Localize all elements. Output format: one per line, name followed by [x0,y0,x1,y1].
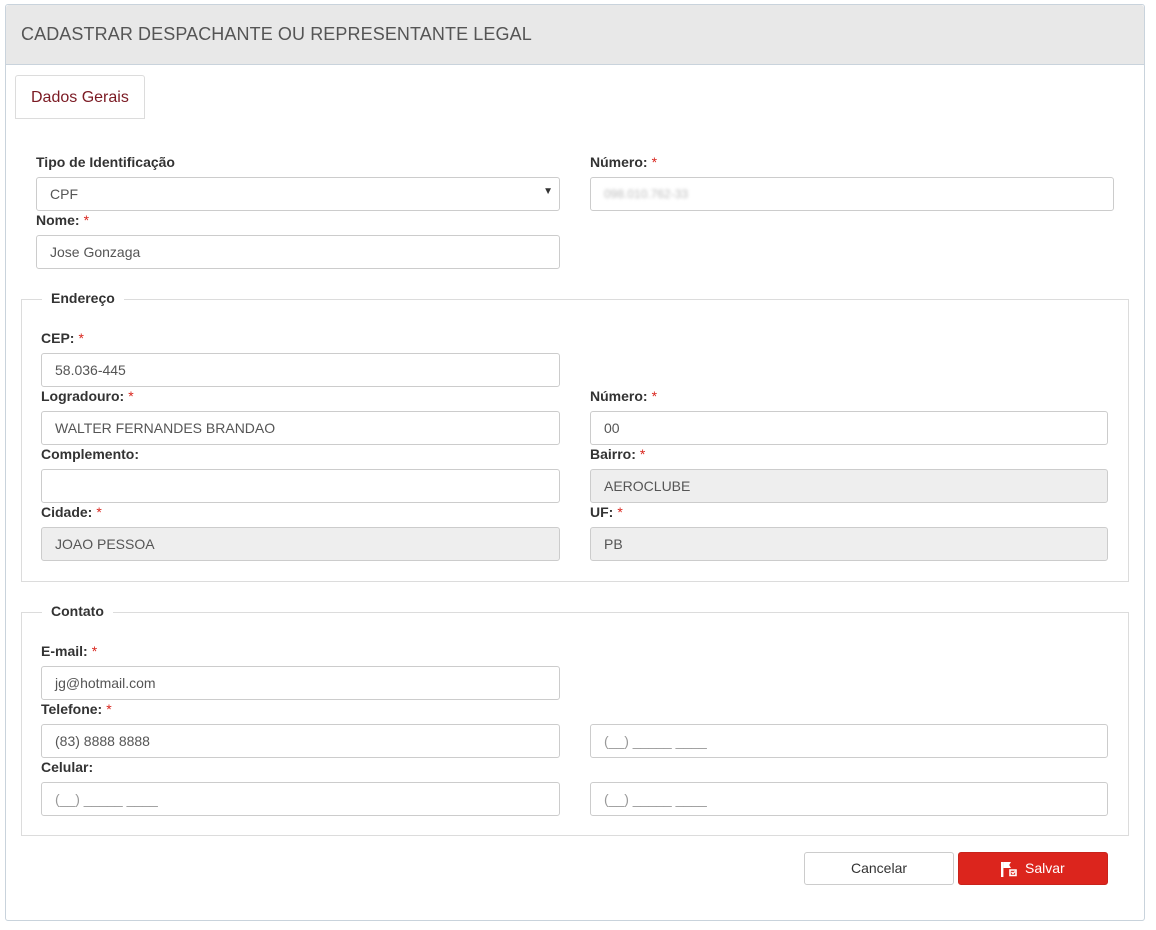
email-input[interactable]: jg@hotmail.com [41,666,560,700]
cidade-input[interactable]: JOAO PESSOA [41,527,560,561]
chevron-down-icon: ▼ [543,186,553,197]
telefone-value: (83) 8888 8888 [55,733,150,749]
bairro-input[interactable]: AEROCLUBE [590,469,1108,503]
bairro-value: AEROCLUBE [604,478,691,494]
celular-input[interactable]: (__) _____ ____ [41,782,560,816]
numero-endereco-input[interactable]: 00 [590,411,1108,445]
save-label: Salvar [1025,860,1065,876]
cidade-label: Cidade: * [41,504,102,520]
page-title: CADASTRAR DESPACHANTE OU REPRESENTANTE L… [21,24,532,44]
tipo-identificacao-select[interactable]: CPF ▼ [36,177,560,211]
logradouro-input[interactable]: WALTER FERNANDES BRANDAO [41,411,560,445]
logradouro-value: WALTER FERNANDES BRANDAO [55,420,276,436]
uf-label: UF: * [590,504,623,520]
nome-label: Nome: * [36,212,90,228]
numero-documento-value: 098.010.762-33 [604,187,689,201]
email-value: jg@hotmail.com [55,675,156,691]
email-label: E-mail: * [41,643,98,659]
telefone-secondary-placeholder: (__) _____ ____ [604,733,707,749]
panel-header: CADASTRAR DESPACHANTE OU REPRESENTANTE L… [6,5,1144,65]
celular-placeholder: (__) _____ ____ [55,791,158,807]
telefone-input[interactable]: (83) 8888 8888 [41,724,560,758]
numero-endereco-label: Número: * [590,388,658,404]
celular-label: Celular: [41,759,94,775]
tipo-identificacao-label: Tipo de Identificação [36,154,175,170]
telefone-label: Telefone: * [41,701,112,717]
numero-documento-label: Número: * [590,154,658,170]
telefone-secondary-input[interactable]: (__) _____ ____ [590,724,1108,758]
nome-input[interactable]: Jose Gonzaga [36,235,560,269]
celular-secondary-input[interactable]: (__) _____ ____ [590,782,1108,816]
cep-input[interactable]: 58.036-445 [41,353,560,387]
celular-secondary-placeholder: (__) _____ ____ [604,791,707,807]
uf-input[interactable]: PB [590,527,1108,561]
save-flag-icon [1001,862,1017,877]
tab-label: Dados Gerais [31,89,129,106]
bairro-label: Bairro: * [590,446,646,462]
numero-documento-input[interactable]: 098.010.762-33 [590,177,1114,211]
numero-endereco-value: 00 [604,420,620,436]
tipo-identificacao-value: CPF [50,186,78,202]
cep-value: 58.036-445 [55,362,126,378]
uf-value: PB [604,536,623,552]
complemento-label: Complemento: [41,446,139,462]
save-button[interactable]: Salvar [958,852,1108,885]
endereco-legend: Endereço [42,290,124,306]
cep-label: CEP: * [41,330,84,346]
cidade-value: JOAO PESSOA [55,536,155,552]
tab-dados-gerais[interactable]: Dados Gerais [15,75,145,119]
logradouro-label: Logradouro: * [41,388,134,404]
contato-legend: Contato [42,603,113,619]
cancel-button[interactable]: Cancelar [804,852,954,885]
nome-value: Jose Gonzaga [50,244,141,260]
complemento-input[interactable] [41,469,560,503]
